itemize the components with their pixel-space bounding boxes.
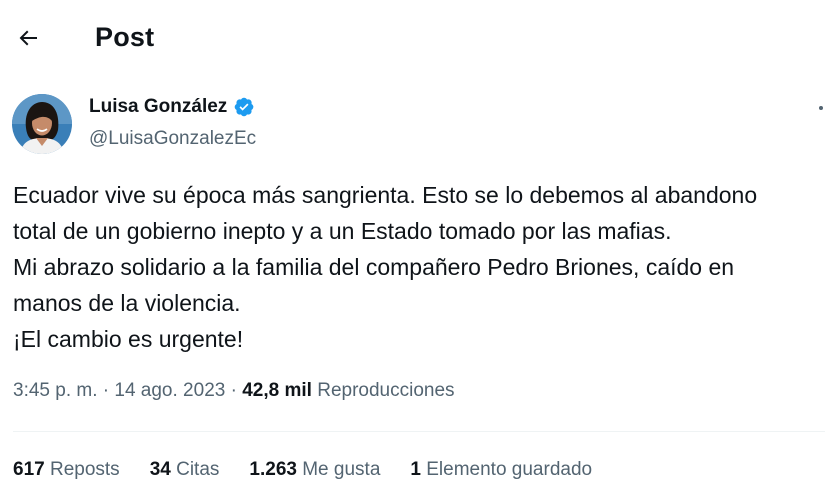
- quotes-label: Citas: [176, 459, 220, 480]
- tweet-line: manos de la violencia.: [13, 290, 241, 316]
- bookmarks-stat[interactable]: 1 Elemento guardado: [410, 459, 592, 481]
- quotes-stat[interactable]: 34 Citas: [150, 459, 220, 481]
- verified-badge-icon[interactable]: [233, 96, 255, 118]
- author-handle[interactable]: @LuisaGonzalezEc: [89, 128, 256, 150]
- reposts-count: 617: [13, 459, 45, 480]
- meta-separator: ·: [230, 380, 237, 401]
- post-page: Post Luisa González @LuisaGonzalezEc Ecu…: [0, 0, 825, 495]
- bookmarks-label: Elemento guardado: [426, 459, 593, 480]
- avatar[interactable]: [12, 94, 72, 154]
- tweet-line: ¡El cambio es urgente!: [13, 326, 244, 352]
- author-name-row: Luisa González: [89, 96, 255, 118]
- likes-count: 1.263: [249, 459, 297, 480]
- views-label: Reproducciones: [317, 380, 455, 401]
- divider: [13, 431, 825, 432]
- tweet-line: Ecuador vive su época más sangrienta. Es…: [13, 182, 758, 208]
- bookmarks-count: 1: [410, 459, 421, 480]
- reposts-label: Reposts: [49, 459, 120, 480]
- meta-separator: ·: [102, 380, 110, 401]
- more-dots-icon: [819, 106, 823, 110]
- tweet-time[interactable]: 3:45 p. m.: [13, 380, 98, 401]
- engagement-stats: 617 Reposts 34 Citas 1.263 Me gusta 1 El…: [13, 459, 592, 481]
- tweet-line: total de un gobierno inepto y a un Estad…: [13, 218, 672, 244]
- tweet-meta: 3:45 p. m. · 14 ago. 2023 · 42,8 mil Rep…: [13, 380, 455, 402]
- page-title: Post: [95, 22, 155, 52]
- tweet-text: Ecuador vive su época más sangrienta. Es…: [13, 177, 825, 357]
- tweet-line: Mi abrazo solidario a la familia del com…: [13, 254, 735, 280]
- more-options-button[interactable]: [806, 96, 825, 120]
- views-count: 42,8 mil: [242, 380, 312, 401]
- likes-label: Me gusta: [302, 459, 381, 480]
- reposts-stat[interactable]: 617 Reposts: [13, 459, 120, 481]
- back-button[interactable]: [8, 18, 48, 58]
- quotes-count: 34: [149, 459, 171, 480]
- avatar-image: [12, 94, 72, 154]
- author-name[interactable]: Luisa González: [89, 96, 227, 118]
- arrow-left-icon: [19, 30, 37, 46]
- tweet-date[interactable]: 14 ago. 2023: [114, 380, 225, 401]
- likes-stat[interactable]: 1.263 Me gusta: [249, 459, 380, 481]
- page-header: Post: [0, 0, 825, 78]
